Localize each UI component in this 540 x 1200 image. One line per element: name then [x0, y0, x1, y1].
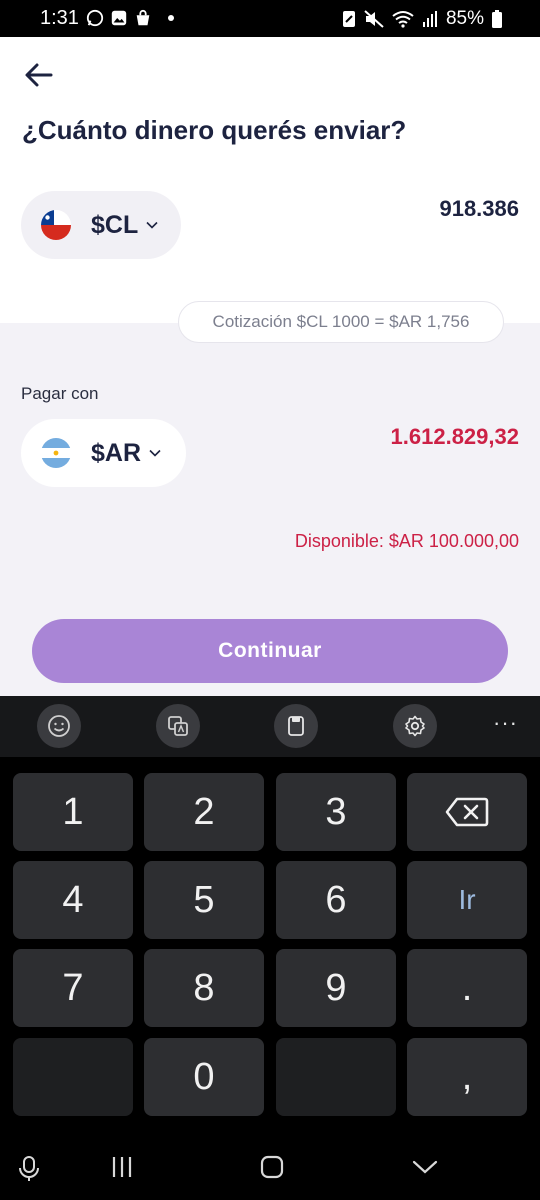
go-key[interactable]: Ir — [407, 861, 527, 939]
status-time: 1:31 — [40, 7, 79, 29]
hide-keyboard-icon[interactable] — [412, 1155, 438, 1179]
key-2[interactable]: 2 — [144, 773, 264, 851]
blank-key-right — [276, 1038, 396, 1116]
chile-flag-icon — [41, 210, 71, 240]
key-3[interactable]: 3 — [276, 773, 396, 851]
key-9[interactable]: 9 — [276, 949, 396, 1027]
gallery-icon — [111, 10, 127, 26]
keyboard-settings-button[interactable] — [393, 704, 437, 748]
blank-key-left — [13, 1038, 133, 1116]
status-left-icons — [86, 9, 174, 27]
key-1[interactable]: 1 — [13, 773, 133, 851]
pay-with-label: Pagar con — [21, 384, 99, 403]
home-icon[interactable] — [260, 1155, 284, 1179]
chevron-down-icon — [146, 221, 158, 229]
exchange-rate-chip: Cotización $CL 1000 = $AR 1,756 — [178, 301, 504, 343]
pay-amount: 1.612.829,32 — [390, 424, 519, 449]
wifi-icon — [392, 11, 414, 28]
continue-button[interactable]: Continuar — [32, 619, 508, 683]
status-bar: 1:31 85% — [0, 0, 540, 37]
argentina-flag-icon — [41, 438, 71, 468]
emoji-icon — [48, 715, 70, 737]
status-right-icons: 85% — [342, 8, 502, 30]
notification-dot — [168, 15, 174, 21]
numeric-keyboard: 1 2 3 4 5 6 Ir 7 8 9 . 0 , — [0, 757, 540, 1135]
back-button[interactable] — [22, 58, 56, 92]
dot-key[interactable]: . — [407, 949, 527, 1027]
emoji-button[interactable] — [37, 704, 81, 748]
send-amount[interactable]: 918.386 — [439, 196, 519, 222]
recent-apps-icon[interactable] — [110, 1155, 134, 1179]
keyboard-toolbar: ··· — [0, 696, 540, 757]
whatsapp-icon — [86, 9, 104, 27]
clipboard-icon — [288, 716, 304, 736]
clipboard-button[interactable] — [274, 704, 318, 748]
translate-button[interactable] — [156, 704, 200, 748]
pay-currency-selector[interactable]: $AR — [21, 419, 186, 487]
signal-icon — [422, 11, 437, 27]
navigation-bar — [0, 1135, 540, 1200]
shopping-bag-icon — [136, 9, 150, 26]
key-8[interactable]: 8 — [144, 949, 264, 1027]
key-0[interactable]: 0 — [144, 1038, 264, 1116]
send-section — [0, 37, 540, 323]
settings-icon — [405, 715, 425, 737]
key-6[interactable]: 6 — [276, 861, 396, 939]
comma-key[interactable]: , — [407, 1038, 527, 1116]
more-icon[interactable]: ··· — [493, 710, 518, 736]
mute-icon — [364, 10, 384, 28]
key-5[interactable]: 5 — [144, 861, 264, 939]
battery-percentage: 85% — [445, 8, 484, 29]
chevron-down-icon — [149, 449, 161, 457]
page-title: ¿Cuánto dinero querés enviar? — [22, 115, 407, 145]
battery-icon — [492, 10, 502, 28]
key-4[interactable]: 4 — [13, 861, 133, 939]
send-currency-selector[interactable]: $CL — [21, 191, 181, 259]
nfc-icon — [342, 11, 355, 27]
available-balance: Disponible: $AR 100.000,00 — [294, 531, 519, 551]
pay-currency-code: $AR — [91, 438, 142, 467]
backspace-icon — [445, 797, 489, 827]
backspace-key[interactable] — [407, 773, 527, 851]
key-7[interactable]: 7 — [13, 949, 133, 1027]
translate-icon — [168, 716, 188, 736]
send-currency-code: $CL — [91, 210, 139, 239]
mic-icon[interactable] — [18, 1155, 40, 1183]
arrow-left-icon — [25, 63, 53, 87]
